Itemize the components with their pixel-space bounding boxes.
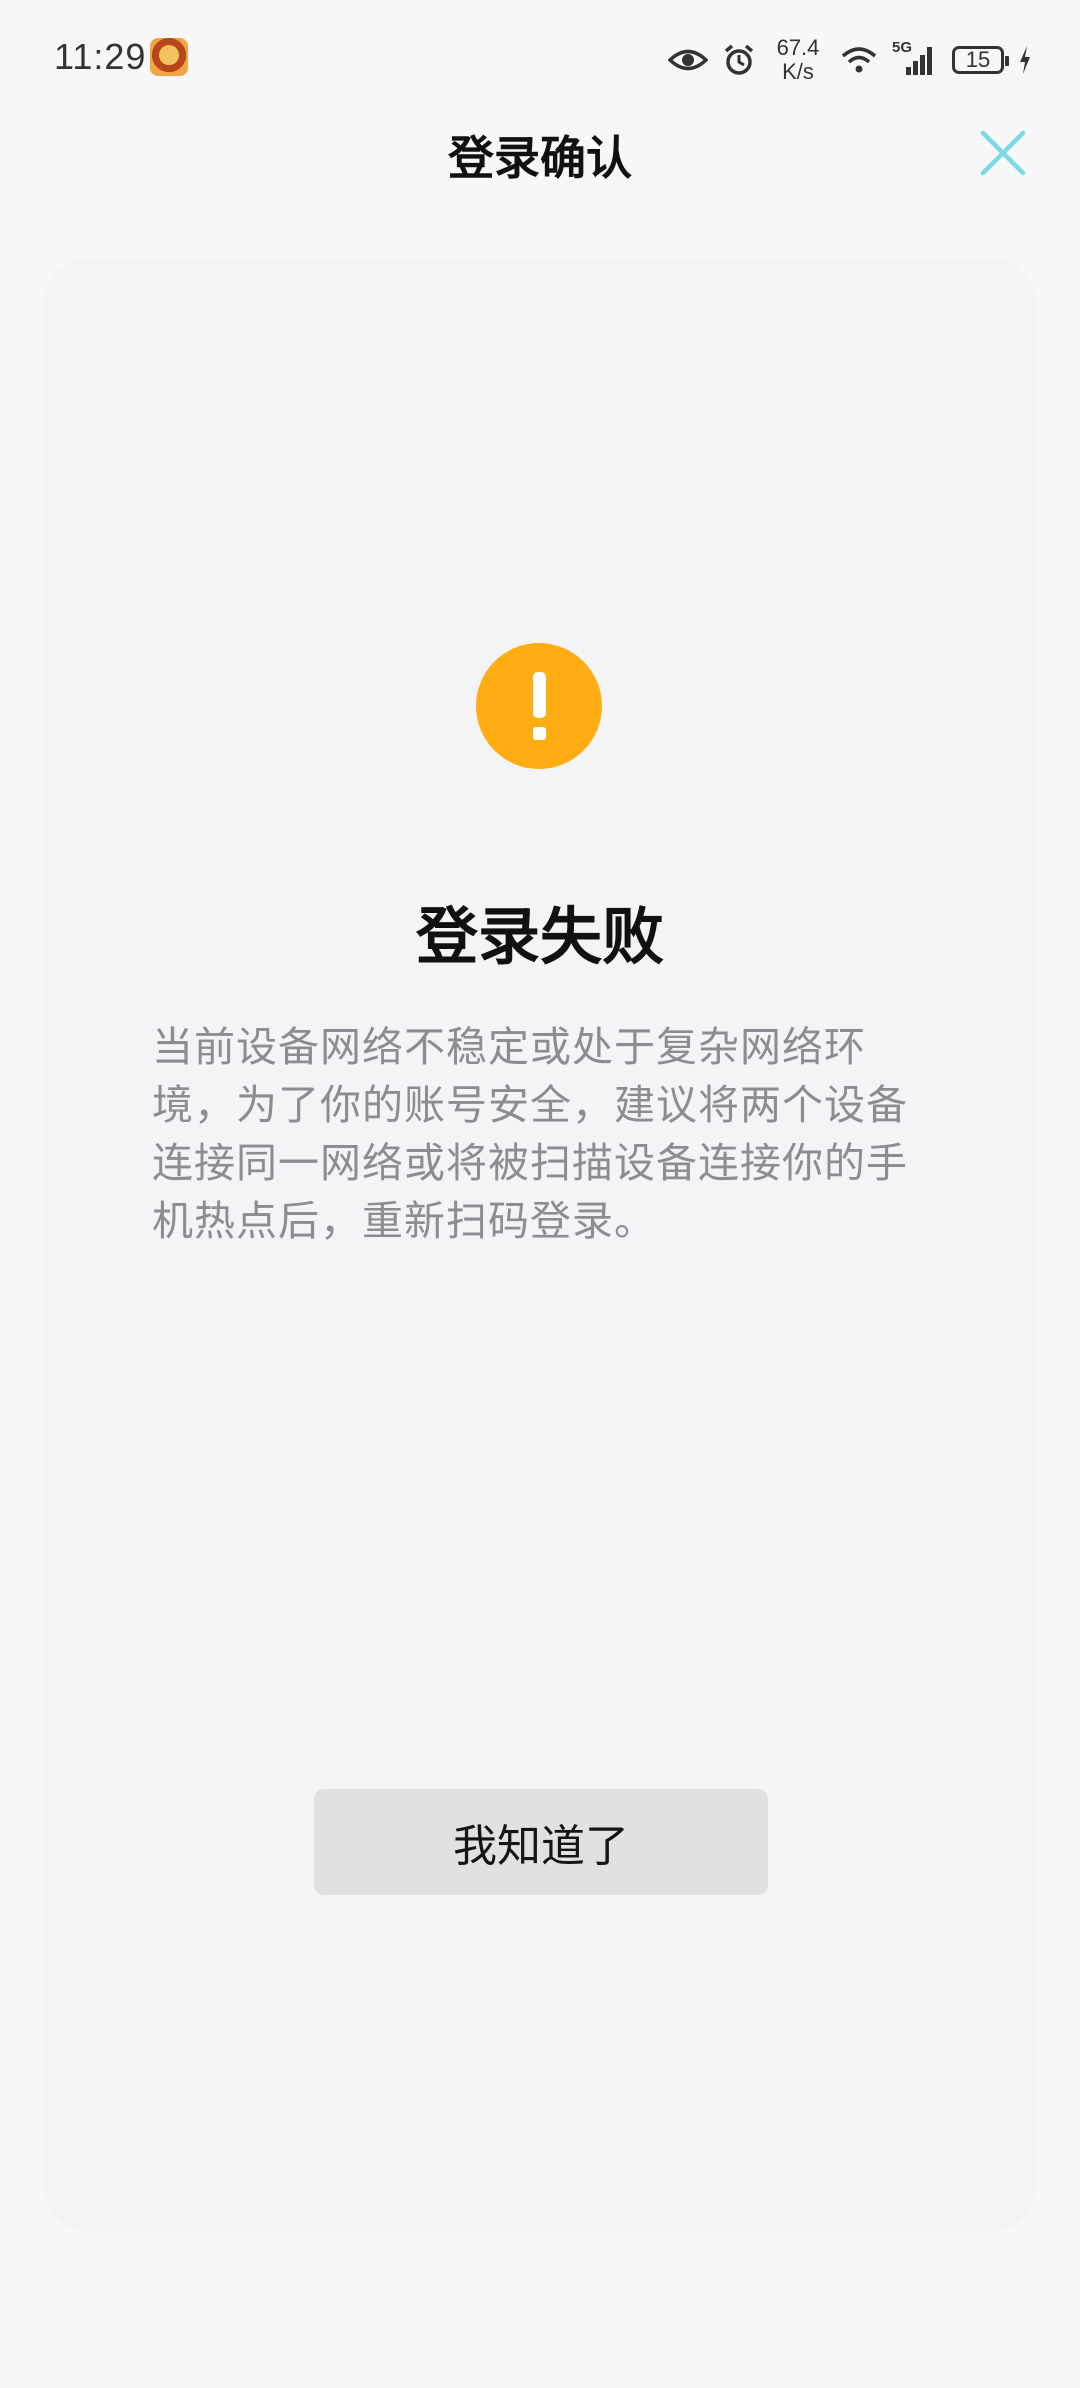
charging-icon: [1018, 45, 1032, 75]
status-time: 11:29: [54, 36, 147, 77]
battery-level: 15: [965, 47, 991, 72]
warning-icon: [476, 643, 602, 769]
network-speed-value: 67.4: [776, 35, 820, 60]
app-avatar-icon: [150, 38, 188, 76]
got-it-button[interactable]: 我知道了: [314, 1789, 768, 1895]
result-title: 登录失败: [415, 900, 664, 973]
signal-label: 5G: [892, 39, 913, 56]
close-icon: [980, 130, 1026, 176]
page-title: 登录确认: [448, 131, 632, 185]
result-description: 当前设备网络不稳定或处于复杂网络环境，为了你的账号安全，建议将两个设备连接同一网…: [152, 1023, 908, 1245]
network-speed: 67.4 K/s: [770, 36, 826, 84]
battery-icon: 15: [952, 46, 1009, 74]
status-bar: 11:29 67.4 K/s 5G 15: [0, 0, 1080, 120]
status-icons: 67.4 K/s 5G 15: [668, 30, 1032, 90]
wifi-icon: [840, 45, 878, 75]
signal-icon: 5G: [892, 39, 938, 77]
close-button[interactable]: [978, 128, 1028, 178]
eye-icon: [668, 47, 708, 73]
network-speed-unit: K/s: [782, 59, 814, 84]
alarm-icon: [722, 43, 756, 77]
login-result-card: 登录失败 当前设备网络不稳定或处于复杂网络环境，为了你的账号安全，建议将两个设备…: [44, 258, 1036, 2232]
